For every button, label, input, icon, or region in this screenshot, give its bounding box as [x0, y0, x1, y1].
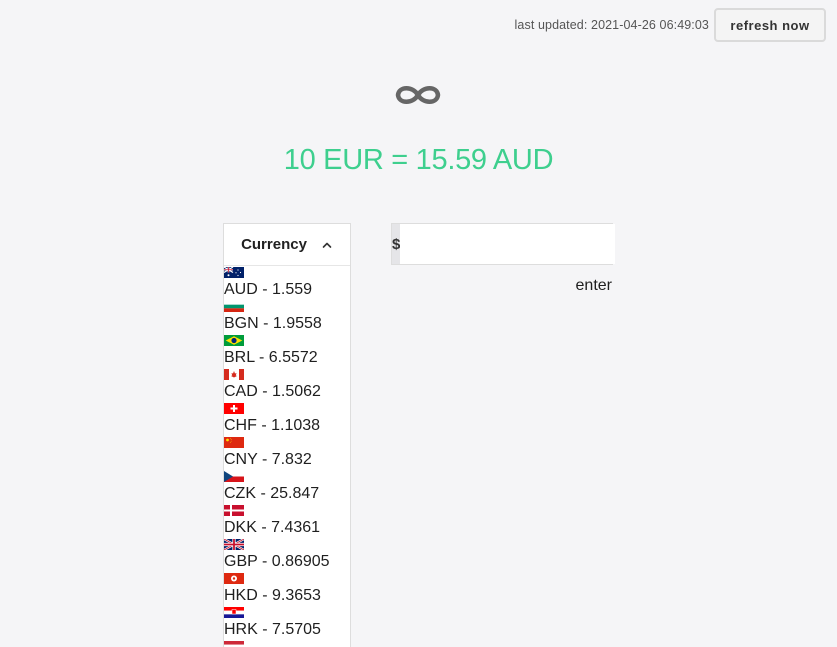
currency-converter-page: last updated: 2021-04-26 06:49:03 refres… [0, 0, 837, 647]
currency-rate: CZK - 25.847 [224, 485, 320, 502]
flag-cn-icon [224, 437, 244, 448]
currency-option-huf[interactable] [224, 641, 350, 647]
currency-list: AUD - 1.559 BGN - 1.9558 BRL - 6.5572 CA… [224, 266, 350, 647]
infinity-icon [392, 80, 444, 110]
currency-rate: HKD - 9.3653 [224, 587, 321, 604]
chevron-up-icon [322, 242, 332, 248]
flag-hr-icon [224, 607, 244, 618]
currency-option-hrk[interactable]: HRK - 7.5705 [224, 607, 350, 641]
flag-br-icon [224, 335, 244, 346]
currency-option-chf[interactable]: CHF - 1.1038 [224, 403, 350, 437]
currency-option-cad[interactable]: CAD - 1.5062 [224, 369, 350, 403]
currency-rate: GBP - 0.86905 [224, 553, 330, 570]
last-updated-label: last updated: [514, 18, 588, 32]
currency-option-hkd[interactable]: HKD - 9.3653 [224, 573, 350, 607]
flag-cz-icon [224, 471, 244, 482]
flag-ca-icon [224, 369, 244, 380]
currency-rate: BRL - 6.5572 [224, 349, 318, 366]
amount-input-group: $ [391, 223, 616, 265]
currency-rate: CHF - 1.1038 [224, 417, 321, 434]
currency-option-bgn[interactable]: BGN - 1.9558 [224, 301, 350, 335]
amount-input[interactable] [400, 224, 616, 264]
currency-rate: BGN - 1.9558 [224, 315, 322, 332]
enter-button[interactable]: enter [560, 275, 612, 297]
currency-rate: CNY - 7.832 [224, 451, 312, 468]
flag-ch-icon [224, 403, 244, 414]
currency-option-cny[interactable]: CNY - 7.832 [224, 437, 350, 471]
currency-option-czk[interactable]: CZK - 25.847 [224, 471, 350, 505]
currency-option-dkk[interactable]: DKK - 7.4361 [224, 505, 350, 539]
conversion-result: 10 EUR = 15.59 AUD [283, 144, 554, 176]
currency-toggle-label: Currency [241, 236, 307, 253]
currency-rate: HRK - 7.5705 [224, 621, 321, 638]
header-bar: last updated: 2021-04-26 06:49:03 refres… [515, 8, 826, 42]
currency-rate: AUD - 1.559 [224, 281, 313, 298]
currency-rate: CAD - 1.5062 [224, 383, 321, 400]
flag-dk-icon [224, 505, 244, 516]
currency-dropdown-toggle[interactable]: Currency [224, 224, 350, 266]
currency-dropdown: Currency AUD - 1.559 BGN - 1.9558 BRL - … [223, 223, 351, 647]
currency-option-gbp[interactable]: GBP - 0.86905 [224, 539, 350, 573]
refresh-now-button[interactable]: refresh now [714, 8, 826, 42]
currency-rate: DKK - 7.4361 [224, 519, 321, 536]
flag-au-icon [224, 267, 244, 278]
dollar-prefix: $ [392, 224, 401, 264]
currency-option-aud[interactable]: AUD - 1.559 [224, 267, 350, 301]
flag-hk-icon [224, 573, 244, 584]
flag-gb-icon [224, 539, 244, 550]
last-updated-text: last updated: 2021-04-26 06:49:03 [515, 18, 709, 32]
currency-option-brl[interactable]: BRL - 6.5572 [224, 335, 350, 369]
last-updated-value: 2021-04-26 06:49:03 [591, 18, 709, 32]
flag-bg-icon [224, 301, 244, 312]
flag-hu-icon [224, 641, 244, 647]
